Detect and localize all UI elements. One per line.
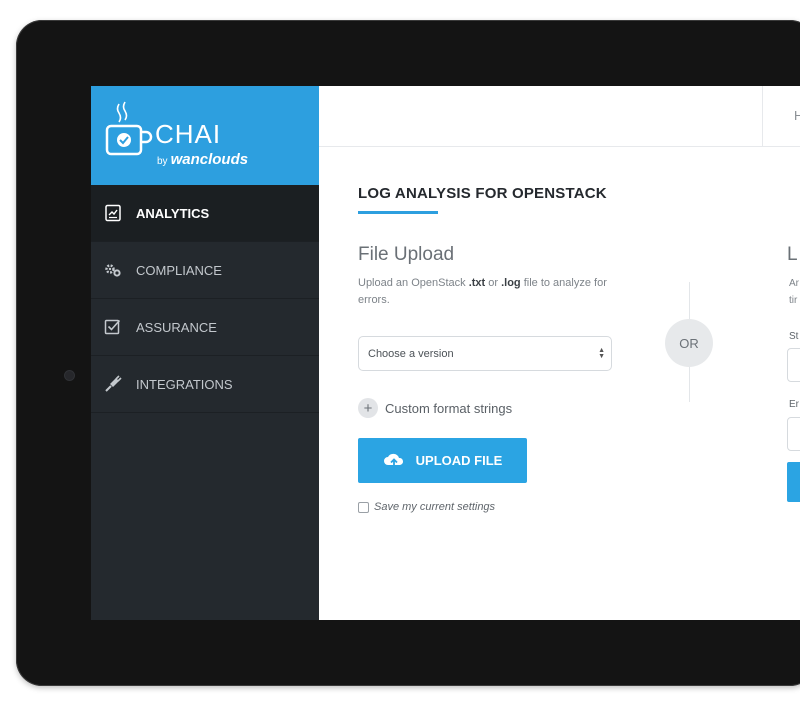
right-field1-label: St [789, 331, 799, 342]
save-settings-label: Save my current settings [374, 501, 496, 513]
sidebar: CHAI by wanclouds ANALYTICS COMPLIANCE AS… [91, 86, 319, 620]
desc-prefix: Upload an OpenStack [358, 277, 469, 289]
plus-icon: + [358, 398, 378, 418]
right-section-title: L [787, 244, 798, 265]
brand-header: CHAI by wanclouds [91, 86, 319, 185]
topbar-clipped-text[interactable]: H [794, 108, 800, 123]
topbar-divider [762, 86, 763, 146]
page-title: LOG ANALYSIS FOR OPENSTACK [358, 185, 607, 202]
save-settings-checkbox[interactable] [358, 501, 369, 513]
brand-name: CHAI [155, 119, 222, 149]
select-arrows-icon: ▲ ▼ [598, 347, 605, 360]
custom-format-toggle[interactable]: + Custom format strings [358, 398, 512, 418]
title-underline [358, 211, 438, 214]
brand-company: wanclouds [170, 151, 249, 168]
right-section-desc-line2: tir [789, 295, 798, 306]
upload-file-button[interactable]: UPLOAD FILE [358, 438, 527, 483]
file-upload-title: File Upload [358, 244, 455, 265]
version-select[interactable]: Choose a version ▲ ▼ [358, 336, 612, 371]
ext-txt: .txt [468, 277, 486, 289]
app-screen: CHAI by wanclouds ANALYTICS COMPLIANCE AS… [91, 86, 800, 620]
custom-format-label: Custom format strings [385, 400, 513, 416]
checkbox-icon [104, 318, 122, 336]
right-field1-input[interactable] [787, 348, 800, 382]
or-divider-badge: OR [665, 319, 713, 367]
sidebar-item-assurance[interactable]: ASSURANCE [91, 299, 319, 356]
analytics-icon [104, 204, 122, 222]
ext-log: .log [501, 277, 521, 289]
sidebar-item-compliance[interactable]: COMPLIANCE [91, 242, 319, 299]
gears-icon [104, 261, 122, 279]
top-bar: H [319, 86, 800, 147]
brand-by: by [157, 156, 168, 167]
right-field2-input[interactable] [787, 417, 800, 451]
sidebar-item-analytics[interactable]: ANALYTICS [91, 185, 319, 242]
sidebar-item-integrations[interactable]: INTEGRATIONS [91, 356, 319, 413]
desc-or: or [485, 277, 502, 289]
sidebar-item-label: ANALYTICS [136, 205, 210, 221]
sidebar-item-label: ASSURANCE [136, 319, 217, 335]
mug-logo-icon [105, 101, 153, 156]
plug-icon [104, 375, 122, 393]
save-settings-row[interactable]: Save my current settings [358, 501, 495, 513]
version-select-value: Choose a version [368, 347, 454, 360]
camera-icon [65, 371, 74, 380]
sidebar-item-label: INTEGRATIONS [136, 376, 233, 392]
right-action-button[interactable] [787, 462, 800, 502]
brand-byline: by wanclouds [157, 151, 248, 168]
right-field2-label: Er [789, 399, 799, 410]
upload-file-label: UPLOAD FILE [415, 453, 503, 468]
right-section-desc-line1: Ar [789, 278, 799, 289]
sidebar-item-label: COMPLIANCE [136, 262, 222, 278]
file-upload-description: Upload an OpenStack .txt or .log file to… [358, 275, 633, 309]
cloud-upload-icon [383, 452, 405, 470]
main-content: H LOG ANALYSIS FOR OPENSTACK File Upload… [319, 86, 800, 620]
